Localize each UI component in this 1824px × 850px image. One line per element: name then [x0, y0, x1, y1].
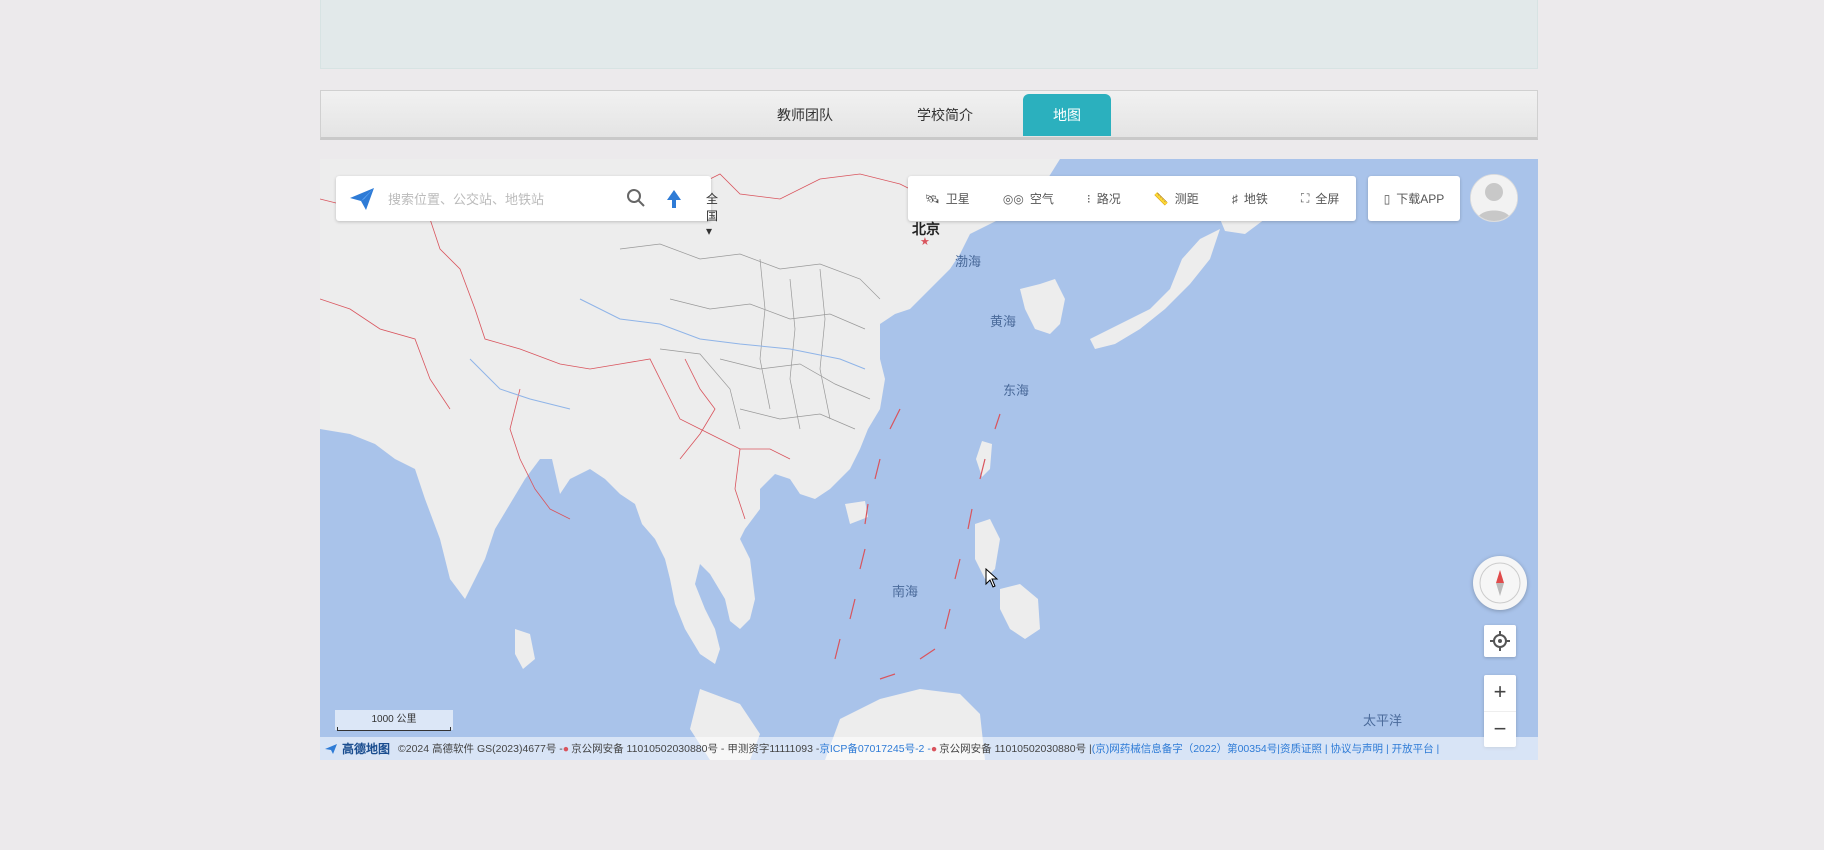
capital-star-icon: ★ — [920, 236, 930, 248]
fullscreen-icon: ⛶ — [1300, 191, 1310, 205]
map-footer: 高德地图 ©2024 高德软件 GS(2023)4677号 - ● 京公网安备 … — [320, 737, 1538, 760]
locate-icon — [1490, 631, 1510, 651]
police-badge-icon: ● — [930, 742, 938, 755]
amap-logo-icon — [325, 743, 337, 754]
footer-police-2: 京公网安备 11010502030880号 | — [939, 743, 1092, 755]
map-label-pacific: 太平洋 — [1363, 713, 1403, 728]
phone-icon: ▯ — [1383, 191, 1391, 206]
scale-label: 1000 公里 — [371, 714, 417, 725]
map-terrain — [320, 159, 1538, 760]
fullscreen-label: 全屏 — [1315, 192, 1340, 206]
search-box: 全国 ▾ — [336, 176, 718, 238]
map-label-bohai: 渤海 — [955, 254, 982, 269]
map-canvas[interactable]: 全国 ▾ 🛰 卫星 ◎◎ 空气 ⁝ 路况 📏 测距 ♯ 地铁 ⛶ 全屏 ▯ 下 — [320, 159, 1538, 760]
measure-button[interactable]: 📏 测距 — [1154, 190, 1199, 207]
tab-school-intro[interactable]: 学校简介 — [901, 94, 989, 136]
tab-bar: 教师团队 学校简介 地图 — [320, 90, 1538, 140]
user-icon — [1471, 175, 1517, 221]
region-select-label: 全国 — [706, 192, 719, 223]
compass-icon — [1479, 562, 1521, 604]
traffic-label: 路况 — [1096, 192, 1121, 206]
search-input[interactable] — [386, 188, 605, 210]
ruler-icon: 📏 — [1153, 191, 1169, 206]
tab-teacher-team[interactable]: 教师团队 — [761, 94, 849, 136]
map-label-huanghai: 黄海 — [990, 314, 1017, 329]
region-select[interactable]: 全国 ▾ — [706, 190, 718, 238]
subway-label: 地铁 — [1243, 192, 1268, 206]
footer-icp-link[interactable]: 京ICP备07017245号-2 - — [819, 741, 930, 756]
locate-button[interactable] — [1484, 625, 1516, 657]
map-label-nanhai: 南海 — [892, 584, 919, 599]
download-app-button[interactable]: ▯ 下载APP — [1368, 176, 1460, 221]
traffic-button[interactable]: ⁝ 路况 — [1087, 190, 1121, 207]
subway-button[interactable]: ♯ 地铁 — [1232, 190, 1268, 207]
police-badge-icon: ● — [562, 742, 570, 755]
satellite-icon: 🛰 — [924, 191, 940, 206]
air-label: 空气 — [1029, 192, 1054, 206]
map-label-donghai: 东海 — [1003, 383, 1030, 398]
amap-brand-label: 高德地图 — [342, 742, 391, 756]
air-quality-button[interactable]: ◎◎ 空气 — [1003, 190, 1054, 207]
compass-control[interactable] — [1473, 556, 1527, 610]
avatar[interactable] — [1470, 174, 1518, 222]
footer-links[interactable]: (京)网药械信息备字（2022）第00354号|资质证照 | 协议与声明 | 开… — [1092, 741, 1440, 756]
download-app-label: 下载APP — [1396, 192, 1445, 206]
logo-icon — [348, 186, 376, 217]
traffic-light-icon: ⁝ — [1086, 191, 1091, 206]
tab-map[interactable]: 地图 — [1023, 94, 1111, 136]
scale-bar: 1000 公里 — [335, 710, 453, 731]
satellite-label: 卫星 — [945, 192, 970, 206]
fullscreen-button[interactable]: ⛶ 全屏 — [1301, 190, 1339, 207]
footer-copyright: ©2024 高德软件 GS(2023)4677号 - — [398, 743, 563, 755]
map-toolbar: 🛰 卫星 ◎◎ 空气 ⁝ 路况 📏 测距 ♯ 地铁 ⛶ 全屏 — [908, 176, 1356, 221]
measure-label: 测距 — [1174, 192, 1199, 206]
search-icon[interactable] — [626, 188, 646, 213]
top-banner — [320, 0, 1538, 69]
amap-logo: 高德地图 — [324, 740, 390, 757]
mouse-cursor-icon — [985, 567, 999, 593]
route-arrow-icon[interactable] — [664, 188, 684, 215]
footer-police-1: 京公网安备 11010502030880号 - 甲测资字11111093 - — [571, 743, 820, 755]
subway-icon: ♯ — [1231, 191, 1238, 206]
satellite-button[interactable]: 🛰 卫星 — [925, 190, 970, 207]
zoom-in-button[interactable]: + — [1484, 675, 1516, 712]
air-icon: ◎◎ — [1002, 191, 1024, 206]
